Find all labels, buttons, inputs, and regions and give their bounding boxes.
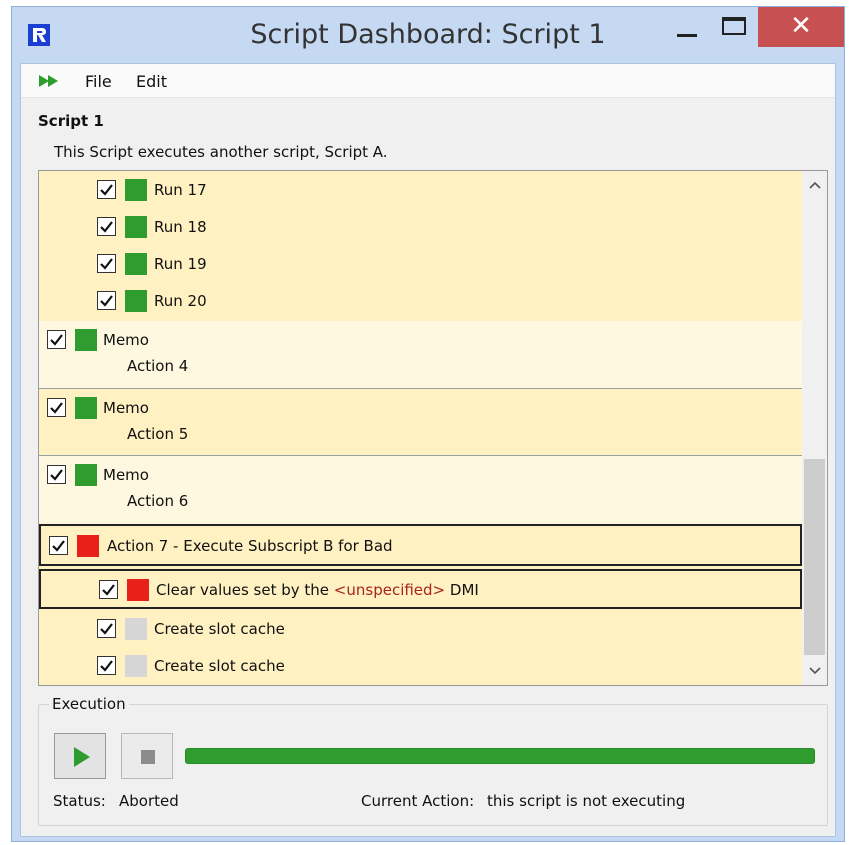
create-slot-cache-label: Create slot cache	[154, 620, 285, 638]
minimize-button[interactable]	[662, 7, 708, 47]
execution-label: Execution	[49, 695, 129, 713]
status-indicator	[125, 253, 147, 275]
clear-values-suffix: DMI	[445, 581, 479, 599]
menu-bar: File Edit	[21, 64, 835, 98]
create-slot-cache-label: Create slot cache	[154, 657, 285, 675]
vertical-scrollbar[interactable]	[802, 171, 827, 685]
status-indicator	[77, 535, 99, 557]
status-indicator	[125, 216, 147, 238]
action-7-label: Action 7 - Execute Subscript B for Bad	[107, 537, 393, 555]
action-list-content: Run 17 Run 18 Run 19 Run 20 Memo Action …	[39, 171, 802, 685]
clear-values-checkbox[interactable]	[99, 580, 118, 599]
checkmark-icon	[102, 584, 115, 596]
status-label: Status:	[53, 792, 106, 810]
run-checkbox[interactable]	[97, 217, 116, 236]
memo-type: Memo	[103, 399, 149, 417]
checkmark-icon	[100, 623, 113, 635]
current-action-value: this script is not executing	[487, 792, 686, 810]
status-indicator	[75, 397, 97, 419]
script-description: This Script executes another script, Scr…	[54, 143, 388, 161]
chevron-down-icon	[808, 667, 821, 675]
subitem-group: Clear values set by the <unspecified> DM…	[39, 566, 802, 685]
clear-values-prefix: Clear values set by the	[156, 581, 334, 599]
list-item-run[interactable]: Run 19	[39, 246, 802, 283]
list-item-create-slot-cache[interactable]: Create slot cache	[39, 610, 802, 648]
list-item-run[interactable]: Run 18	[39, 209, 802, 246]
action-7-checkbox[interactable]	[49, 536, 68, 555]
scroll-down-button[interactable]	[802, 657, 827, 685]
action-list: Run 17 Run 18 Run 19 Run 20 Memo Action …	[38, 170, 828, 686]
checkmark-icon	[50, 402, 63, 414]
run-label: Run 18	[154, 218, 207, 236]
list-item-run[interactable]: Run 17	[39, 171, 802, 209]
title-bar[interactable]: Script Dashboard: Script 1 ✕	[12, 7, 844, 63]
clear-values-label: Clear values set by the <unspecified> DM…	[156, 581, 479, 599]
run-group: Run 17 Run 18 Run 19 Run 20	[39, 171, 802, 321]
stop-icon	[141, 750, 155, 764]
create-slot-cache-checkbox[interactable]	[97, 656, 116, 675]
status-indicator	[75, 464, 97, 486]
run-label: Run 17	[154, 181, 207, 199]
status-indicator	[125, 655, 147, 677]
run-checkbox[interactable]	[97, 291, 116, 310]
status-indicator	[125, 618, 147, 640]
checkmark-icon	[52, 540, 65, 552]
stop-button[interactable]	[121, 733, 173, 779]
checkmark-icon	[100, 184, 113, 196]
unspecified-link[interactable]: <unspecified>	[334, 581, 445, 599]
status-indicator	[127, 579, 149, 601]
minimize-icon	[677, 34, 697, 37]
memo-type: Memo	[103, 331, 149, 349]
checkmark-icon	[50, 469, 63, 481]
script-name: Script 1	[38, 112, 104, 130]
list-item-run[interactable]: Run 20	[39, 283, 802, 321]
fast-forward-icon[interactable]	[37, 72, 63, 90]
list-item-create-slot-cache[interactable]: Create slot cache	[39, 648, 802, 685]
list-item-memo[interactable]: Memo Action 6	[39, 455, 802, 522]
app-window: Script Dashboard: Script 1 ✕ File Edit S…	[11, 6, 845, 842]
action-name: Action 4	[127, 357, 189, 375]
maximize-button[interactable]	[710, 7, 756, 47]
checkmark-icon	[100, 660, 113, 672]
status-value: Aborted	[119, 792, 179, 810]
scroll-up-button[interactable]	[802, 171, 827, 199]
run-button[interactable]	[54, 733, 106, 779]
menu-edit[interactable]: Edit	[136, 72, 167, 91]
play-icon	[74, 747, 90, 767]
list-item-memo[interactable]: Memo Action 5	[39, 388, 802, 455]
dashboard-client: File Edit Script 1 This Script executes …	[20, 63, 836, 837]
checkmark-icon	[50, 334, 63, 346]
status-indicator	[125, 179, 147, 201]
memo-checkbox[interactable]	[47, 330, 66, 349]
chevron-up-icon	[808, 181, 821, 189]
menu-file[interactable]: File	[85, 72, 112, 91]
current-action-label: Current Action:	[361, 792, 475, 810]
execution-group: Execution Status: Aborted Current Action…	[38, 695, 828, 826]
progress-bar	[185, 748, 815, 764]
run-checkbox[interactable]	[97, 254, 116, 273]
close-button[interactable]: ✕	[758, 7, 844, 47]
status-indicator	[75, 329, 97, 351]
action-name: Action 5	[127, 425, 189, 443]
maximize-icon	[722, 17, 746, 35]
status-indicator	[125, 290, 147, 312]
checkmark-icon	[100, 221, 113, 233]
run-label: Run 19	[154, 255, 207, 273]
memo-checkbox[interactable]	[47, 465, 66, 484]
memo-checkbox[interactable]	[47, 398, 66, 417]
action-name: Action 6	[127, 492, 189, 510]
create-slot-cache-checkbox[interactable]	[97, 619, 116, 638]
list-item-action-7[interactable]: Action 7 - Execute Subscript B for Bad	[39, 524, 802, 566]
list-item-memo[interactable]: Memo Action 4	[39, 321, 802, 388]
checkmark-icon	[100, 295, 113, 307]
run-label: Run 20	[154, 292, 207, 310]
run-checkbox[interactable]	[97, 180, 116, 199]
list-item-clear-values[interactable]: Clear values set by the <unspecified> DM…	[39, 569, 802, 609]
checkmark-icon	[100, 258, 113, 270]
memo-type: Memo	[103, 466, 149, 484]
scrollbar-thumb[interactable]	[804, 459, 825, 655]
close-icon: ✕	[790, 11, 812, 41]
